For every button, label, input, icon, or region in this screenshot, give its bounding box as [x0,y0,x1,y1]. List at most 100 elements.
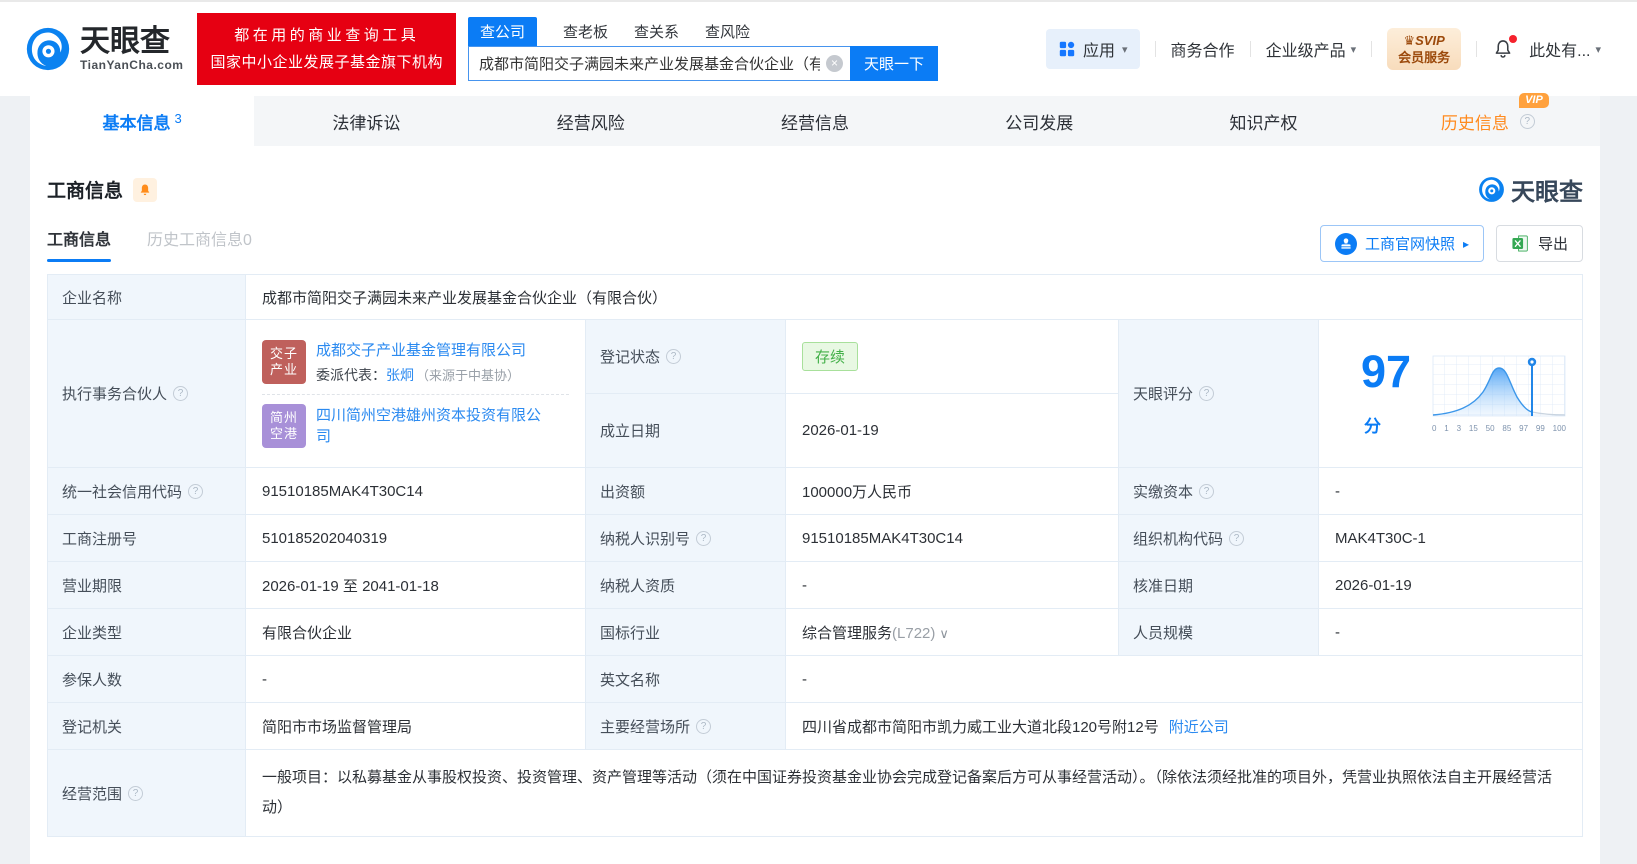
help-icon[interactable]: ? [1199,484,1214,499]
search-block: 查公司 查老板 查关系 查风险 × 天眼一下 [468,18,938,81]
nav-divider [1371,41,1372,57]
section-tabs: 基本信息 3 法律诉讼 经营风险 经营信息 公司发展 知识产权 历史信息 ? V… [30,96,1600,146]
table-row: 执行事务合伙人? 交子 产业 成都交子产业基金管理有限公司 委派代表：张炯（来源… [48,320,1583,394]
clear-search-icon[interactable]: × [826,55,843,72]
score-distribution-chart: 0131550859799100 [1432,354,1566,433]
help-icon[interactable]: ? [696,531,711,546]
search-input[interactable] [468,46,850,81]
partner-company-link[interactable]: 四川简州空港雄州资本投资有限公司 [316,405,548,447]
search-tab-relation[interactable]: 查关系 [634,17,679,46]
notification-dot [1509,35,1517,43]
tab-label: 公司发展 [1005,109,1073,134]
tab-history-info[interactable]: 历史信息 ? VIP [1376,96,1600,146]
user-menu[interactable]: 此处有... ▾ [1529,37,1601,61]
contribution-value: 100000万人民币 [786,468,1119,515]
tab-intellectual-property[interactable]: 知识产权 [1151,96,1375,146]
staff-size-value: - [1319,609,1583,656]
table-row: 统一社会信用代码? 91510185MAK4T30C14 出资额 100000万… [48,468,1583,515]
nav-business-cooperation[interactable]: 商务合作 [1171,37,1235,61]
insured-count-value: - [246,656,586,703]
nav-divider [1250,41,1251,57]
official-snapshot-button[interactable]: 工商官网快照 ▸ [1320,225,1484,262]
subscribe-bell-icon[interactable] [133,178,157,202]
caret-down-icon: ▾ [1351,43,1357,56]
help-icon[interactable]: ? [188,484,203,499]
caret-down-icon: ▾ [1122,43,1128,56]
field-label: 人员规模 [1119,609,1319,656]
registration-status-cell: 存续 [786,320,1119,394]
status-badge: 存续 [802,342,858,371]
nearby-companies-link[interactable]: 附近公司 [1169,719,1229,736]
tab-basic-info[interactable]: 基本信息 3 [30,96,254,146]
help-icon[interactable]: ? [696,719,711,734]
apps-label: 应用 [1083,37,1115,61]
partner-avatar[interactable]: 简州 空港 [262,404,306,448]
search-button[interactable]: 天眼一下 [850,46,938,81]
table-row: 登记机关 简阳市市场监督管理局 主要经营场所? 四川省成都市简阳市凯力威工业大道… [48,703,1583,750]
crown-icon: ♛ [1403,33,1415,48]
tab-operation-risk[interactable]: 经营风险 [479,96,703,146]
logo-text: 天眼查 [80,26,183,58]
representative-link[interactable]: 张炯 [386,367,414,383]
promo-line2: 国家中小企业发展子基金旗下机构 [210,49,443,76]
search-tab-boss[interactable]: 查老板 [563,17,608,46]
help-icon[interactable]: ? [666,349,681,364]
tab-company-development[interactable]: 公司发展 [927,96,1151,146]
partner-avatar[interactable]: 交子 产业 [262,340,306,384]
field-label: 经营范围? [48,750,246,837]
help-icon[interactable]: ? [1199,386,1214,401]
score-axis-ticks: 0131550859799100 [1432,424,1566,433]
apps-grid-icon [1058,40,1076,58]
field-label: 核准日期 [1119,562,1319,609]
registration-number-value: 510185202040319 [246,515,586,562]
vip-badge: VIP [1519,93,1549,108]
partner-item: 简州 空港 四川简州空港雄州资本投资有限公司 [262,395,569,457]
search-tabs: 查公司 查老板 查关系 查风险 [468,18,938,46]
apps-menu[interactable]: 应用 ▾ [1046,29,1140,69]
help-icon[interactable]: ? [1229,531,1244,546]
search-tab-company[interactable]: 查公司 [468,17,537,46]
export-button[interactable]: 导出 [1496,225,1583,262]
chevron-down-icon[interactable]: ∨ [939,626,949,641]
business-address-value: 四川省成都市简阳市凯力威工业大道北段120号附12号附近公司 [786,703,1583,750]
arrow-right-icon: ▸ [1463,237,1469,251]
subtab-business-info[interactable]: 工商信息 [47,226,111,262]
help-icon[interactable]: ? [173,386,188,401]
help-icon[interactable]: ? [1520,114,1535,129]
credit-code-value: 91510185MAK4T30C14 [246,468,586,515]
search-tab-risk[interactable]: 查风险 [705,17,750,46]
executive-partners-cell: 交子 产业 成都交子产业基金管理有限公司 委派代表：张炯（来源于中基协） [246,320,586,468]
tab-label: 基本信息 [103,109,171,134]
tab-label: 知识产权 [1230,109,1298,134]
notifications-bell-icon[interactable] [1492,38,1514,60]
registration-authority-value: 简阳市市场监督管理局 [246,703,586,750]
tianyancha-logo[interactable]: 天眼查 TianYanCha.com [25,26,183,72]
nav-divider [1155,41,1156,57]
svip-member-button[interactable]: ♛SVIP 会员服务 [1387,28,1461,70]
tab-operation-info[interactable]: 经营信息 [703,96,927,146]
help-icon[interactable]: ? [128,786,143,801]
field-label: 统一社会信用代码? [48,468,246,515]
company-card: 基本信息 3 法律诉讼 经营风险 经营信息 公司发展 知识产权 历史信息 ? V… [30,96,1600,864]
field-label: 工商注册号 [48,515,246,562]
field-label: 执行事务合伙人? [48,320,246,468]
partner-item: 交子 产业 成都交子产业基金管理有限公司 委派代表：张炯（来源于中基协） [262,331,569,394]
tab-legal-proceedings[interactable]: 法律诉讼 [254,96,478,146]
company-name-value: 成都市简阳交子满园未来产业发展基金合伙企业（有限合伙） [246,275,1583,320]
org-code-value: MAK4T30C-1 [1319,515,1583,562]
tab-count: 3 [175,111,182,126]
subtab-label: 工商信息 [47,232,111,249]
partner-company-link[interactable]: 成都交子产业基金管理有限公司 [316,340,526,361]
caret-down-icon: ▾ [1595,43,1601,56]
industry-value: 综合管理服务(L722)∨ [786,609,1119,656]
nav-enterprise-products[interactable]: 企业级产品 ▾ [1266,37,1357,61]
table-row: 企业类型 有限合伙企业 国标行业 综合管理服务(L722)∨ 人员规模 - [48,609,1583,656]
english-name-value: - [786,656,1583,703]
tianyancha-eye-icon [25,26,71,72]
svip-sublabel: 会员服务 [1398,49,1450,66]
username: 此处有... [1529,37,1590,61]
field-label: 成立日期 [586,394,786,468]
field-label: 国标行业 [586,609,786,656]
subtab-history-business-info[interactable]: 历史工商信息0 [147,226,252,262]
field-label: 天眼评分? [1119,320,1319,468]
